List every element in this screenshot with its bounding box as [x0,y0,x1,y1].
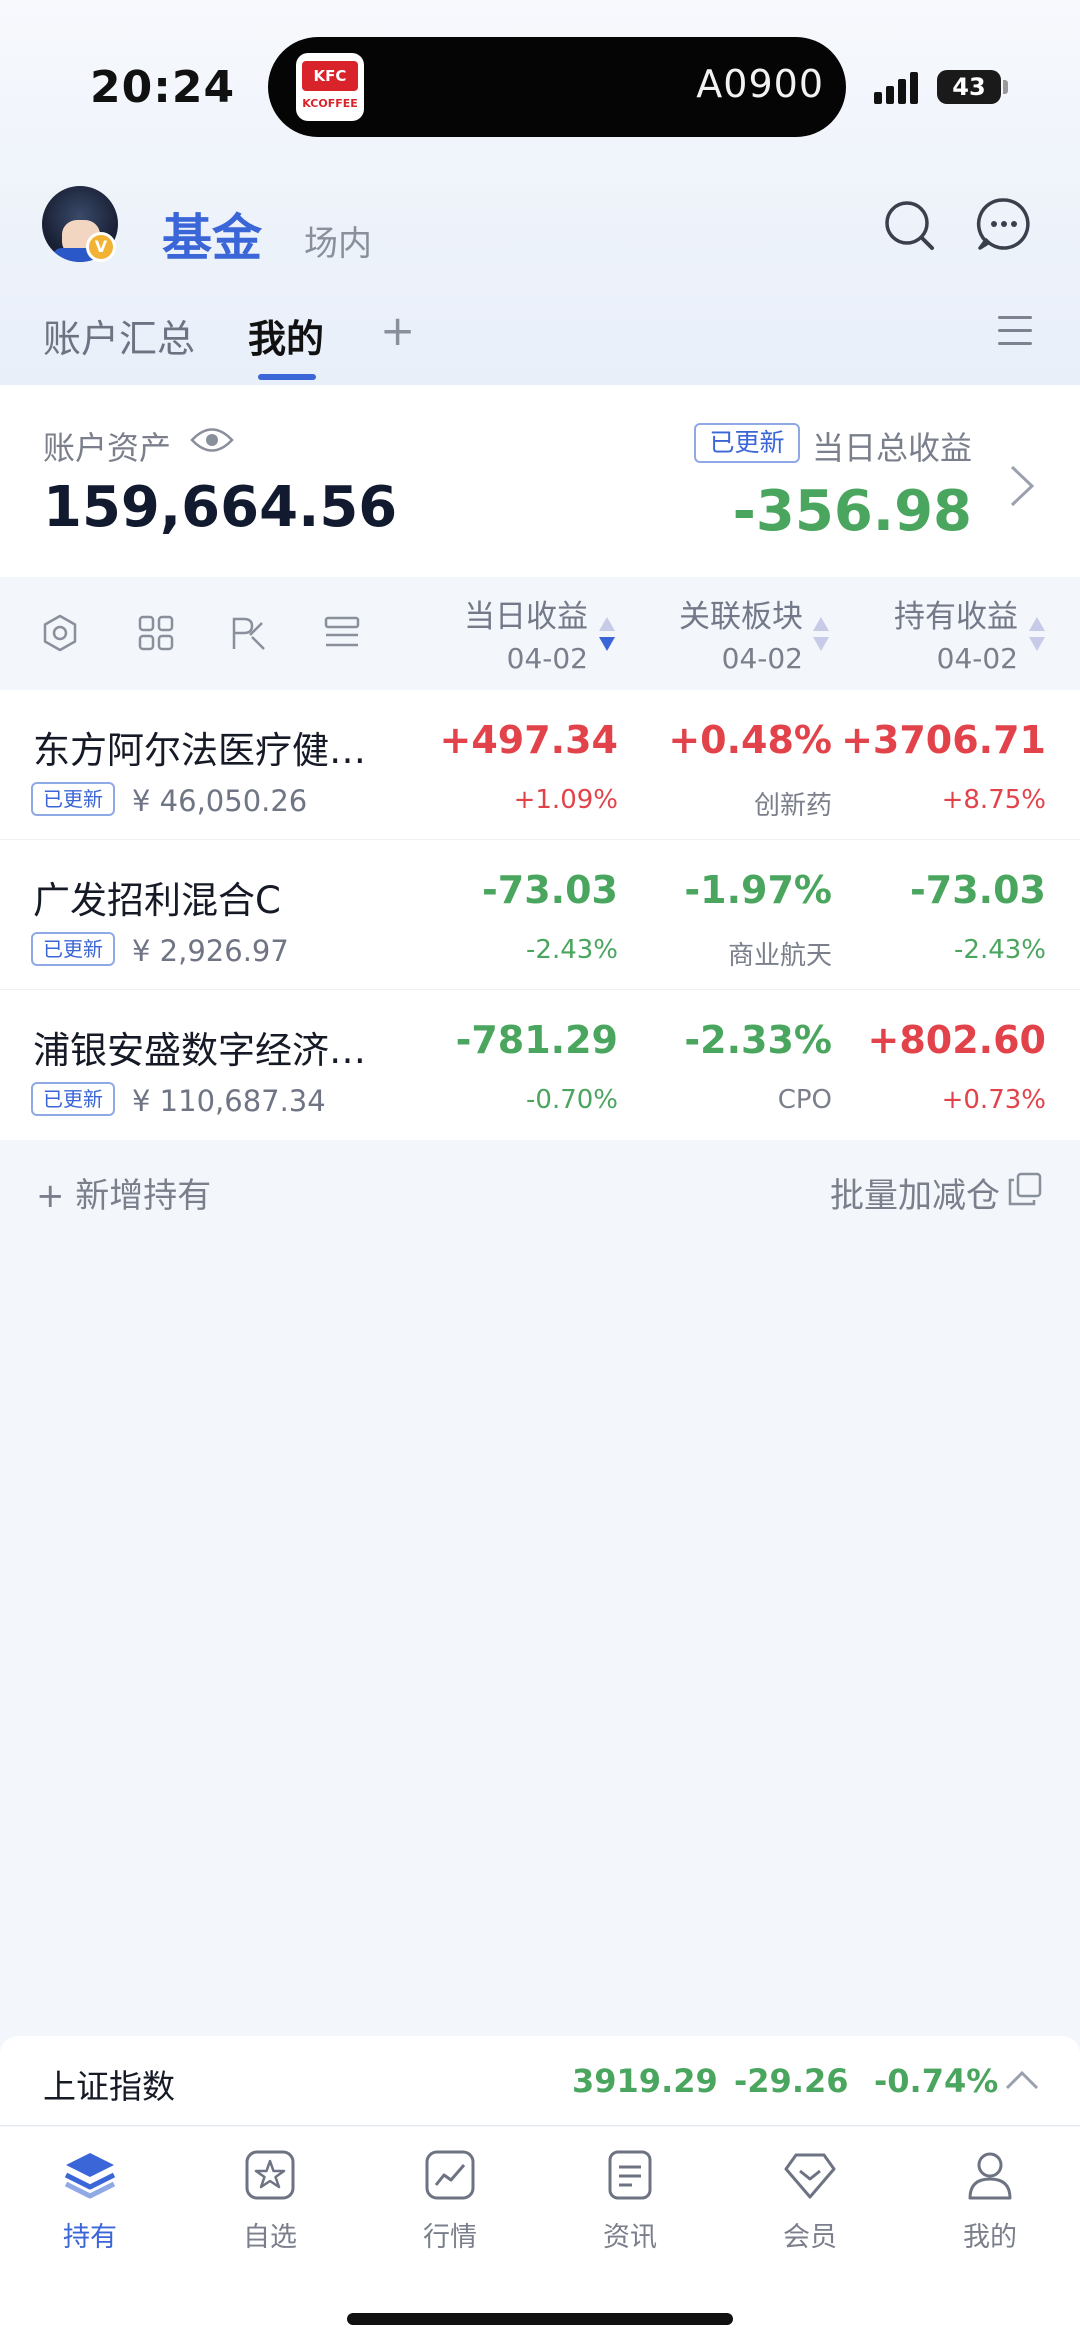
fund-name: 东方阿尔法医疗健… [33,729,366,772]
hold-gain-pct: +8.75% [941,785,1046,815]
column-hold-gain-date: 04-02 [936,642,1018,675]
index-ticker[interactable]: 上证指数 3919.29 -29.26 -0.74% [0,2036,1080,2126]
add-tab-button[interactable]: + [380,306,415,355]
battery-level: 43 [952,73,986,101]
tab-market[interactable]: 场内 [304,216,372,265]
hold-gain: +3706.71 [841,718,1046,762]
copy-icon[interactable] [1008,1172,1042,1206]
diamond-icon [784,2153,836,2199]
asset-value: 159,664.56 [43,475,398,540]
nav-holdings[interactable]: 持有 [0,2147,180,2254]
status-bar: 20:24 KFC KCOFFEE A0900 43 [0,0,1080,170]
holding-amount: ¥ 46,050.26 [132,784,308,818]
grid-view-icon[interactable] [136,613,176,653]
menu-icon[interactable] [998,314,1032,348]
settings-icon[interactable] [40,613,80,653]
subtab-mine[interactable]: 我的 [248,308,324,363]
action-row: + 新增持有 批量加减仓 [0,1146,1080,1236]
document-icon [608,2150,652,2200]
home-indicator[interactable] [347,2313,733,2325]
hold-gain: -73.03 [910,868,1046,912]
logo-text-top: KFC [302,61,358,91]
day-total-gain-label: 当日总收益 [812,429,973,467]
nav-label: 会员 [783,2222,837,2253]
index-name: 上证指数 [43,2067,175,2106]
chevron-up-icon[interactable] [1004,2064,1040,2094]
verified-badge: V [86,232,116,262]
nav-label: 行情 [423,2222,477,2253]
table-header: 当日收益 04-02 关联板块 04-02 持有收益 04-02 [0,585,1080,685]
column-day-gain-date: 04-02 [506,642,588,675]
nav-profile[interactable]: 我的 [900,2147,1080,2254]
hold-gain-pct: +0.73% [941,1085,1046,1115]
sort-icon[interactable] [1028,615,1046,655]
nav-label: 自选 [243,2222,297,2253]
list-view-icon[interactable] [322,613,362,653]
add-holding-button[interactable]: + 新增持有 [36,1168,211,1217]
nav-label: 持有 [63,2222,117,2253]
asset-card: 账户资产 159,664.56 已更新 当日总收益 -356.98 [0,385,1080,577]
fund-row[interactable]: 广发招利混合C 已更新 ¥ 2,926.97 -73.03 -2.43% -1.… [0,840,1080,990]
index-change: -29.26 [734,2062,849,2100]
fund-name: 浦银安盛数字经济… [33,1029,366,1072]
layers-icon [64,2153,116,2199]
day-total-gain-value: -356.98 [732,479,972,544]
updated-badge: 已更新 [31,1082,115,1116]
column-day-gain[interactable]: 当日收益 04-02 [388,591,588,675]
kfc-logo-icon: KFC KCOFFEE [296,53,364,121]
holding-amount: ¥ 2,926.97 [132,934,289,968]
nav-news[interactable]: 资讯 [540,2147,720,2254]
user-icon [968,2152,1012,2200]
subtab-active-indicator [258,374,316,380]
battery-icon: 43 [937,70,1001,104]
signal-icon [874,70,924,104]
chevron-right-icon[interactable] [1006,463,1036,509]
fund-list: 东方阿尔法医疗健… 已更新 ¥ 46,050.26 +497.34 +1.09%… [0,690,1080,1140]
eye-icon[interactable] [190,425,234,455]
status-time: 20:24 [90,62,236,113]
star-icon [245,2150,295,2200]
battery-cap [1003,80,1008,94]
fund-name: 广发招利混合C [33,879,281,922]
updated-badge: 已更新 [31,782,115,816]
fund-row[interactable]: 东方阿尔法医疗健… 已更新 ¥ 46,050.26 +497.34 +1.09%… [0,690,1080,840]
column-sector-date: 04-02 [721,642,803,675]
index-pct: -0.74% [874,2062,999,2100]
holding-amount: ¥ 110,687.34 [132,1084,326,1118]
column-hold-gain[interactable]: 持有收益 04-02 [818,591,1018,675]
dynamic-island: KFC KCOFFEE A0900 [268,37,846,137]
subtab-account-summary[interactable]: 账户汇总 [43,308,195,363]
updated-badge: 已更新 [31,932,115,966]
index-value: 3919.29 [572,2062,718,2100]
updated-badge: 已更新 [694,423,800,463]
nav-membership[interactable]: 会员 [720,2147,900,2254]
chart-icon [425,2150,475,2200]
tab-fund[interactable]: 基金 [162,198,262,270]
nav-label: 我的 [963,2222,1017,2253]
nav-market[interactable]: 行情 [360,2147,540,2254]
asset-label: 账户资产 [43,429,172,467]
hold-gain-pct: -2.43% [954,935,1046,965]
nav-watchlist[interactable]: 自选 [180,2147,360,2254]
column-hold-gain-title: 持有收益 [894,599,1018,635]
island-order-number: A0900 [696,62,824,106]
kline-icon[interactable] [228,613,268,653]
hold-gain: +802.60 [867,1018,1046,1062]
column-sector-title: 关联板块 [679,599,803,635]
logo-text-bottom: KCOFFEE [302,97,358,110]
column-day-gain-title: 当日收益 [464,599,588,635]
fund-row[interactable]: 浦银安盛数字经济… 已更新 ¥ 110,687.34 -781.29 -0.70… [0,990,1080,1140]
column-sector[interactable]: 关联板块 04-02 [603,591,803,675]
search-icon[interactable] [882,198,936,252]
batch-adjust-button[interactable]: 批量加减仓 [830,1168,1000,1217]
nav-label: 资讯 [603,2222,657,2253]
message-icon[interactable] [976,196,1032,252]
